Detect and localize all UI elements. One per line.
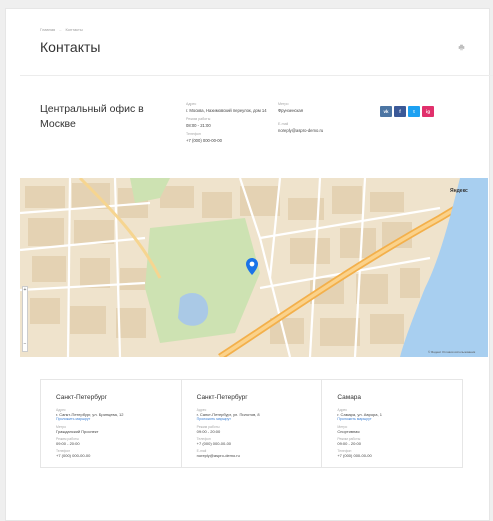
social-links: vk f t ig bbox=[380, 106, 434, 117]
branch-hours: 09:00 - 20:00 bbox=[196, 429, 221, 434]
page-title: Контакты bbox=[40, 39, 101, 55]
branch-email[interactable]: noreply@aspro-demo.ru bbox=[197, 453, 322, 458]
map-pin-icon[interactable] bbox=[246, 258, 258, 275]
hours-value: 08:00 - 21:00 bbox=[186, 122, 211, 128]
twitter-icon[interactable]: t bbox=[408, 106, 420, 117]
breadcrumb: Главная – Контакты bbox=[40, 27, 83, 32]
zoom-in-button[interactable]: + bbox=[23, 287, 27, 293]
branch-metro: Спортивная bbox=[337, 429, 360, 434]
branch-hours: 09:00 - 20:00 bbox=[56, 441, 80, 446]
office-info-left: Адрес г. Москва, Нахимовский переулок, д… bbox=[186, 102, 276, 144]
route-link[interactable]: Проложить маршрут bbox=[197, 417, 322, 422]
instagram-icon[interactable]: ig bbox=[422, 106, 434, 117]
route-link[interactable]: Проложить маршрут bbox=[337, 417, 462, 422]
zoom-out-button[interactable]: − bbox=[23, 341, 27, 347]
branch-phone[interactable]: +7 (000) 000-00-00 bbox=[197, 441, 322, 446]
branch-metro: Гражданский Проспект bbox=[56, 429, 99, 434]
branch-city: Самара bbox=[337, 394, 362, 401]
email-value[interactable]: noreply@aspro-demo.ru bbox=[278, 128, 358, 134]
branch-list: Санкт-Петербург Адрес г. Санкт-Петербург… bbox=[40, 379, 463, 468]
facebook-icon[interactable]: f bbox=[394, 106, 406, 117]
metro-value: Фрунзенская bbox=[278, 107, 304, 113]
map-copyright[interactable]: © Яндекс Условия использования bbox=[428, 350, 475, 354]
print-icon[interactable] bbox=[458, 44, 465, 51]
branch-card: Санкт-Петербург Адрес г. Санкт-Петербург… bbox=[182, 380, 323, 467]
branch-card: Санкт-Петербург Адрес г. Санкт-Петербург… bbox=[41, 380, 182, 467]
breadcrumb-home[interactable]: Главная bbox=[40, 27, 55, 32]
branch-phone[interactable]: +7 (000) 000-00-00 bbox=[56, 453, 181, 458]
office-info-right: Метро Фрунзенская E-mail noreply@aspro-d… bbox=[278, 102, 358, 133]
breadcrumb-current: Контакты bbox=[65, 27, 83, 32]
branch-card: Самара Адрес г. Самара, ул. Аврора, 1 Пр… bbox=[322, 380, 462, 467]
office-title: Центральный офис в Москве bbox=[40, 103, 144, 130]
phone-value[interactable]: +7 (000) 000-00-00 bbox=[186, 138, 276, 144]
divider bbox=[20, 75, 493, 76]
map-zoom-control[interactable]: + − bbox=[22, 286, 28, 352]
breadcrumb-separator: – bbox=[59, 27, 62, 32]
branch-city: Санкт-Петербург bbox=[196, 394, 248, 401]
branch-hours: 09:00 - 20:00 bbox=[337, 441, 361, 446]
vk-icon[interactable]: vk bbox=[380, 106, 392, 117]
route-link[interactable]: Проложить маршрут bbox=[56, 417, 181, 422]
page: Главная – Контакты Контакты Центральный … bbox=[0, 0, 493, 521]
map-logo: Яндекс bbox=[450, 188, 468, 194]
branch-phone[interactable]: +7 (000) 000-00-00 bbox=[337, 453, 462, 458]
address-value: г. Москва, Нахимовский переулок, дом 14 bbox=[186, 107, 267, 113]
branch-city: Санкт-Петербург bbox=[56, 394, 107, 401]
